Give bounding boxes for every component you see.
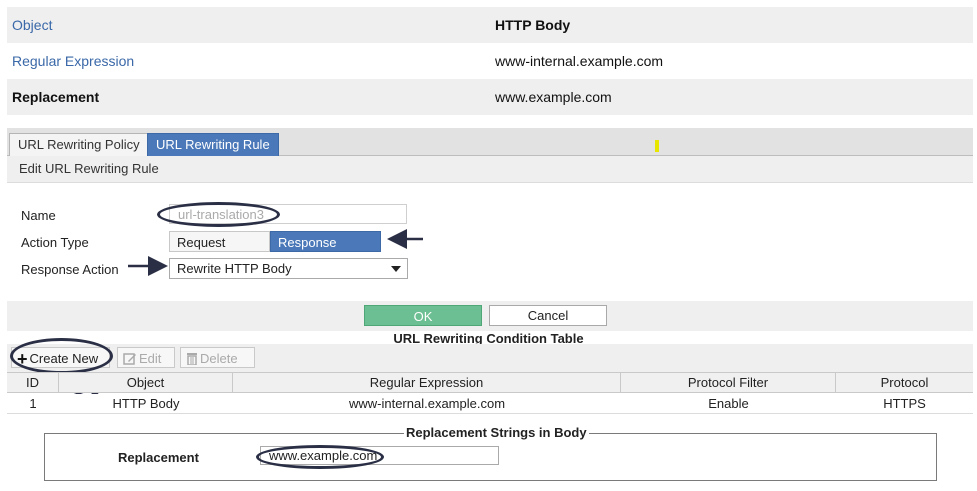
trash-icon xyxy=(187,353,197,365)
cell-protocol: HTTPS xyxy=(883,396,926,411)
edit-icon xyxy=(123,353,136,365)
column-header-protocol[interactable]: Protocol xyxy=(836,373,973,392)
replacement-label: Replacement xyxy=(118,450,199,465)
cell-object: HTTP Body xyxy=(112,396,180,411)
table-row[interactable]: 1 HTTP Body www-internal.example.com Ena… xyxy=(7,394,973,414)
edit-button[interactable]: Edit xyxy=(117,347,175,368)
column-header-regex[interactable]: Regular Expression xyxy=(233,373,621,392)
column-header-protocol-filter[interactable]: Protocol Filter xyxy=(621,373,836,392)
cell-protocol-filter: Enable xyxy=(708,396,749,411)
replacement-input[interactable]: www.example.com xyxy=(260,446,499,465)
condition-table-header: ID Object Regular Expression Protocol Fi… xyxy=(7,372,973,393)
annotation-arrows xyxy=(44,229,423,408)
column-header-id[interactable]: ID xyxy=(7,373,59,392)
create-new-button[interactable]: + Create New xyxy=(11,347,110,369)
column-header-object[interactable]: Object xyxy=(59,373,233,392)
replacement-legend: Replacement Strings in Body xyxy=(404,425,589,440)
cell-id: 1 xyxy=(29,396,37,411)
delete-label: Delete xyxy=(200,351,238,366)
create-new-label: Create New xyxy=(29,351,99,366)
ok-button[interactable]: OK xyxy=(364,305,482,326)
edit-label: Edit xyxy=(139,351,162,366)
cancel-button[interactable]: Cancel xyxy=(489,305,607,326)
delete-button[interactable]: Delete xyxy=(180,347,255,368)
plus-icon: + xyxy=(17,349,28,369)
cell-regex: www-internal.example.com xyxy=(348,396,506,411)
